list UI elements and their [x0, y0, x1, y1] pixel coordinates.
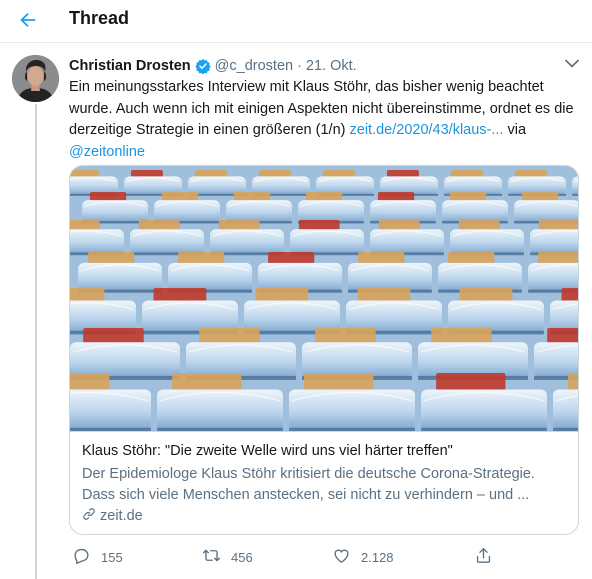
- link-icon: [82, 507, 96, 525]
- like-count: 2.128: [361, 549, 394, 565]
- author-name[interactable]: Christian Drosten: [69, 58, 191, 74]
- reply-count: 155: [101, 549, 123, 565]
- thread-line: [35, 104, 37, 579]
- card-domain: zeit.de: [82, 507, 143, 525]
- avatar[interactable]: [12, 55, 59, 102]
- page-title: Thread: [69, 8, 130, 28]
- mention-zeitonline[interactable]: @zeitonline: [69, 144, 145, 160]
- meta-separator: ·: [297, 58, 302, 74]
- reply-button[interactable]: 155: [72, 545, 123, 569]
- like-button[interactable]: 2.128: [332, 545, 394, 569]
- link-card[interactable]: Klaus Stöhr: "Die zweite Welle wird uns …: [69, 165, 579, 535]
- like-icon: [332, 546, 351, 568]
- retweet-button[interactable]: 456: [202, 545, 253, 569]
- tweet-meta: Christian Drosten @c_drosten · 21. Okt.: [69, 56, 357, 76]
- share-button[interactable]: [474, 545, 493, 569]
- thread-header: Thread: [0, 0, 592, 43]
- card-domain-text: zeit.de: [100, 508, 143, 524]
- back-arrow-icon[interactable]: [14, 6, 42, 34]
- tweet-text-part-2: via: [503, 122, 527, 138]
- tweet-date[interactable]: 21. Okt.: [306, 58, 357, 74]
- reply-icon: [72, 546, 91, 568]
- author-handle[interactable]: @c_drosten: [215, 58, 293, 74]
- retweet-count: 456: [231, 549, 253, 565]
- article-link[interactable]: zeit.de/2020/43/klaus-...: [350, 122, 504, 138]
- share-icon: [474, 546, 493, 568]
- card-description: Der Epidemiologe Klaus Stöhr kritisiert …: [82, 466, 535, 503]
- chevron-down-icon[interactable]: [563, 56, 581, 70]
- verified-icon: [195, 58, 211, 74]
- card-title: Klaus Stöhr: "Die zweite Welle wird uns …: [82, 443, 453, 459]
- tweet-text: Ein meinungsstarkes Interview mit Klaus …: [69, 77, 579, 163]
- tweet-actions: 155 456 2.128: [69, 545, 499, 569]
- retweet-icon: [202, 546, 221, 568]
- card-image: [70, 166, 578, 432]
